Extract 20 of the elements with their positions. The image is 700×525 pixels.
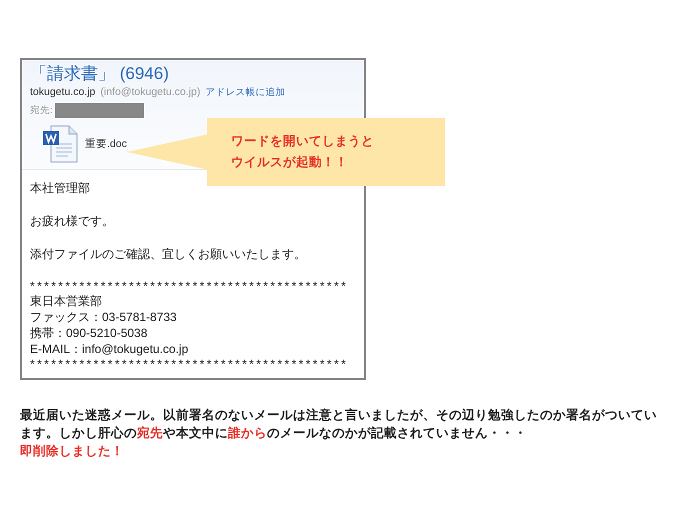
- body-text: 添付ファイルのご確認、宜しくお願いいたします。: [30, 246, 306, 262]
- callout-text: ウイルスが起動！！: [231, 154, 349, 171]
- sender-address: (info@tokugetu.co.jp): [100, 86, 200, 98]
- body-text: お疲れ様です。: [30, 213, 114, 229]
- separator-line: *********************************************: [30, 357, 348, 371]
- attachment-filename[interactable]: 重要.doc: [85, 137, 127, 151]
- document-icon[interactable]: [42, 124, 80, 164]
- callout-text: ワードを開いてしまうと: [231, 133, 375, 150]
- add-contact-link[interactable]: アドレス帳に追加: [205, 86, 286, 99]
- email-subject: 「請求書」 (6946): [30, 63, 169, 85]
- sender-name: tokugetu.co.jp: [30, 86, 96, 98]
- caption-text: 最近届いた迷惑メール。以前署名のないメールは注意と言いましたが、その辺り勉強したのか署名がついています。しかし肝心の宛先や本文中に誰からのメールなのかが記載されていません・・・: [20, 407, 658, 442]
- signature-line: 東日本営業部: [30, 293, 102, 309]
- signature-line: E-MAIL：info@tokugetu.co.jp: [30, 341, 188, 357]
- conclusion-text: 即削除しました！: [20, 443, 124, 460]
- signature-line: 携帯：090-5210-5038: [30, 325, 148, 341]
- body-text: 本社管理部: [30, 180, 90, 196]
- separator-line: *********************************************: [30, 279, 348, 293]
- signature-line: ファックス：03-5781-8733: [30, 309, 177, 325]
- recipient-label: 宛先:: [30, 104, 53, 117]
